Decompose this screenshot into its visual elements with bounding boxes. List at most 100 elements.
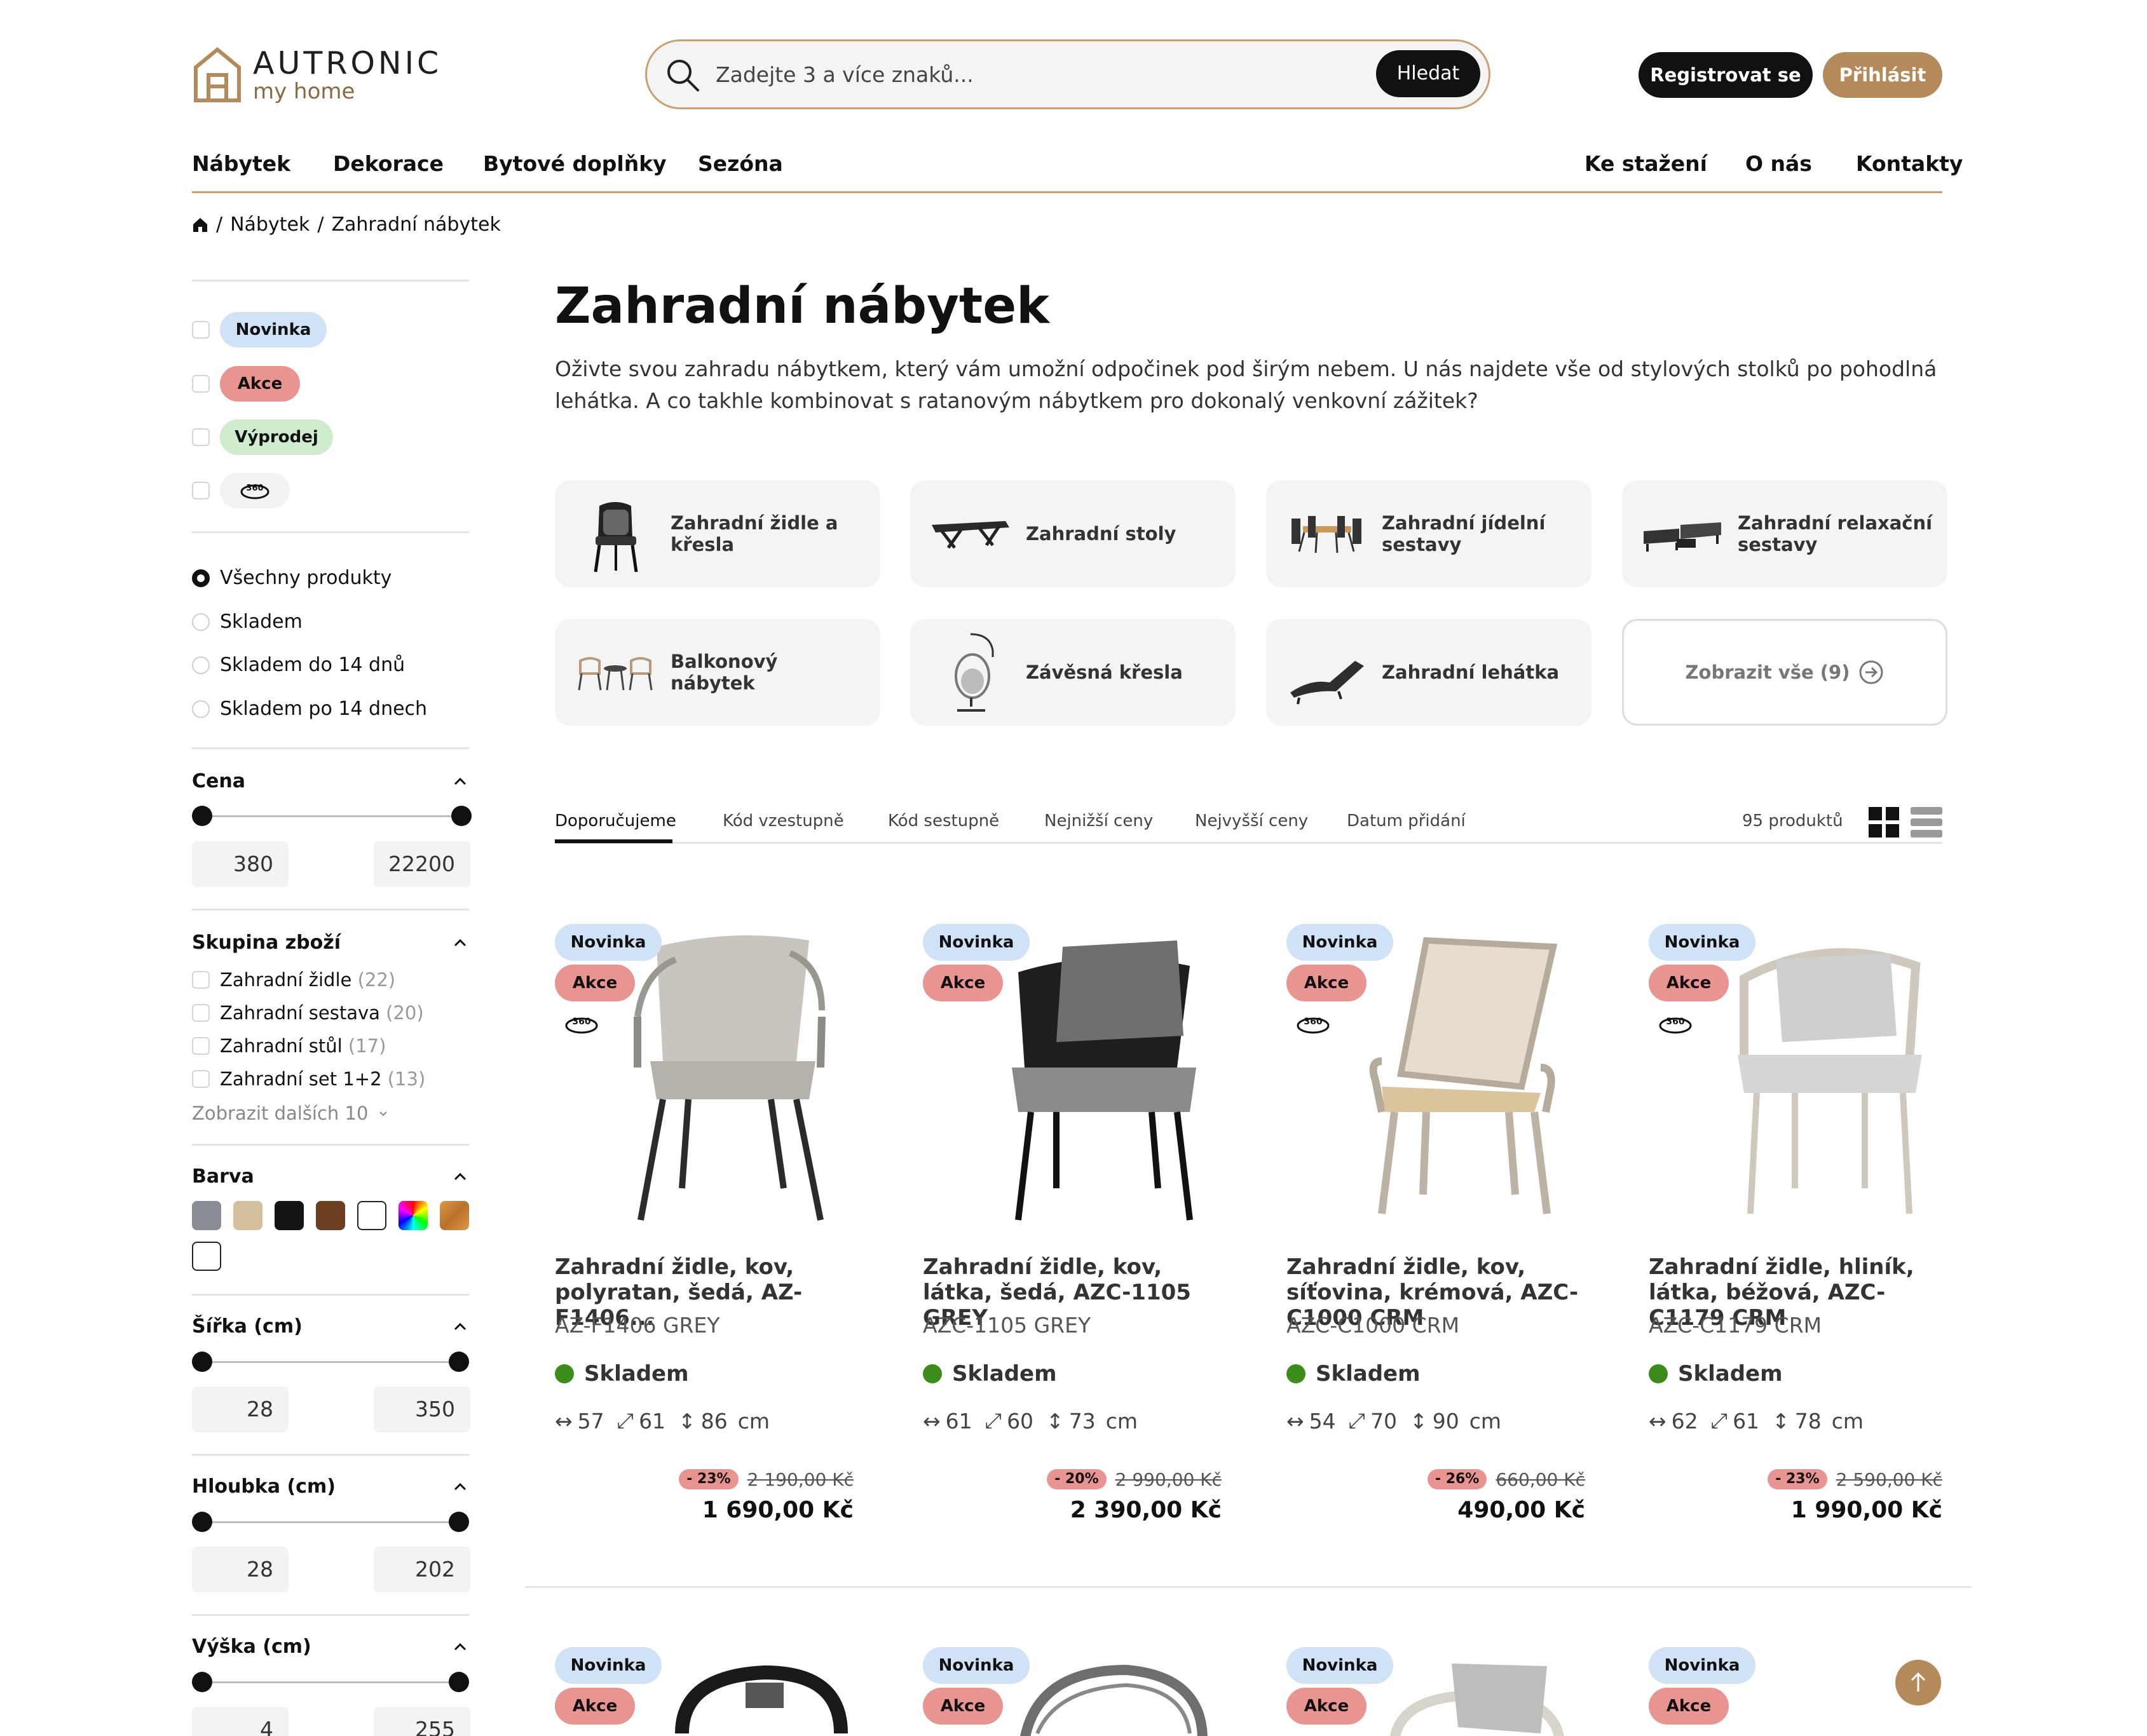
show-more-groups-link[interactable]: Zobrazit dalších 10 [192,1101,388,1126]
price-min-input[interactable]: 380 [192,841,289,887]
price-slider-min-handle[interactable] [192,806,212,826]
group-checkbox[interactable] [192,1070,210,1088]
color-swatch-black[interactable] [275,1201,304,1230]
nav-item-nabytek[interactable]: Nábytek [192,150,290,178]
radio-in-stock[interactable] [192,613,210,631]
product-card[interactable]: Novinka Akce 360 Zahradní židle, kov, sí… [1286,921,1604,1570]
color-swatch-white[interactable] [357,1201,386,1230]
login-button[interactable]: Přihlásit [1823,52,1942,98]
radio-stock-14-days[interactable] [192,656,210,674]
filter-checkbox-novinka[interactable] [192,321,210,339]
color-swatch-white-2[interactable] [192,1242,221,1271]
product-card[interactable]: Novinka Akce Zahradní židle, kov, látka,… [923,921,1241,1570]
category-tile-relax-sets[interactable]: Zahradní relaxační sestavy [1622,480,1947,587]
width-max-input[interactable]: 350 [374,1387,470,1432]
breadcrumb-nabytek[interactable]: Nábytek [230,212,310,238]
filter-depth-header[interactable]: Hloubka (cm) [192,1473,469,1501]
color-swatch-brown[interactable] [316,1201,345,1230]
dim-unit: cm [737,1408,770,1434]
sort-tab-code-desc[interactable]: Kód sestupně [888,810,999,832]
color-swatch-beige[interactable] [233,1201,262,1230]
group-item[interactable]: Zahradní set 1+2 (13) [192,1066,425,1092]
filter-price-header[interactable]: Cena [192,768,469,796]
product-card[interactable]: Novinka Akce [923,1646,1241,1736]
product-card[interactable]: Novinka Akce 360 Zahradní židle, kov, po… [555,921,873,1570]
depth-slider-min-handle[interactable] [192,1512,212,1532]
radio-label-stock-after-14-days[interactable]: Skladem po 14 dnech [220,696,427,722]
sort-tab-code-asc[interactable]: Kód vzestupně [723,810,844,832]
color-swatch-wood[interactable] [440,1201,469,1230]
height-slider-min-handle[interactable] [192,1672,212,1692]
grid-view-icon[interactable] [1869,807,1899,837]
width-slider-min-handle[interactable] [192,1352,212,1372]
scroll-to-top-button[interactable] [1895,1660,1941,1705]
filter-checkbox-vyprodej[interactable] [192,428,210,446]
price-max-input[interactable]: 22200 [374,841,470,887]
product-card[interactable]: Novinka Akce 360 Zahradní židle, hliník,… [1649,921,1966,1570]
search-input[interactable] [716,55,1288,93]
group-checkbox[interactable] [192,1004,210,1022]
product-card[interactable]: Novinka Akce [1286,1646,1604,1736]
width-slider-max-handle[interactable] [449,1352,469,1372]
group-item[interactable]: Zahradní židle (22) [192,967,395,993]
home-icon[interactable] [192,217,208,233]
sort-tab-recommended[interactable]: Doporučujeme [555,810,676,832]
category-tile-chairs[interactable]: Zahradní židle a křesla [555,480,880,587]
filter-height-header[interactable]: Výška (cm) [192,1633,469,1661]
sort-tab-date-added[interactable]: Datum přidání [1347,810,1466,832]
width-min-input[interactable]: 28 [192,1387,289,1432]
height-slider-max-handle[interactable] [449,1672,469,1692]
360-view-badge[interactable]: 360 [556,1005,607,1042]
width-arrow-icon: ↔ [923,1408,941,1434]
nav-item-o-nas[interactable]: O nás [1745,150,1812,178]
category-tile-balcony[interactable]: Balkonový nábytek [555,619,880,726]
360-view-badge[interactable]: 360 [1650,1005,1701,1042]
sort-tab-highest-price[interactable]: Nejvyšší ceny [1195,810,1308,832]
height-max-input[interactable]: 255 [374,1707,470,1736]
filter-label-vyprodej[interactable]: Výprodej [220,419,333,455]
group-checkbox[interactable] [192,971,210,989]
nav-item-bytove-doplnky[interactable]: Bytové doplňky [483,150,667,178]
price-slider-max-handle[interactable] [451,806,472,826]
category-label: Zahradní stoly [1026,523,1176,545]
filter-color-header[interactable]: Barva [192,1163,469,1191]
depth-slider-max-handle[interactable] [449,1512,469,1532]
nav-item-sezona[interactable]: Sezóna [698,150,783,178]
filter-label-akce[interactable]: Akce [220,366,300,402]
sort-tab-lowest-price[interactable]: Nejnižší ceny [1044,810,1153,832]
brand-logo[interactable]: AUTRONIC my home [192,46,453,109]
filter-checkbox-360[interactable] [192,482,210,499]
depth-min-input[interactable]: 28 [192,1547,289,1592]
radio-label-stock-14-days[interactable]: Skladem do 14 dnů [220,653,405,678]
search-button[interactable]: Hledat [1376,50,1480,97]
radio-label-all-products[interactable]: Všechny produkty [220,566,392,591]
nav-item-kontakty[interactable]: Kontakty [1856,150,1963,178]
register-button[interactable]: Registrovat se [1639,52,1813,98]
category-tile-dining-sets[interactable]: Zahradní jídelní sestavy [1266,480,1592,587]
show-all-categories-button[interactable]: Zobrazit vše (9) [1622,619,1947,726]
nav-item-ke-stazeni[interactable]: Ke stažení [1585,150,1707,178]
filter-width-header[interactable]: Šířka (cm) [192,1313,469,1341]
filter-checkbox-akce[interactable] [192,375,210,393]
group-item[interactable]: Zahradní stůl (17) [192,1033,386,1059]
radio-all-products[interactable] [192,569,210,587]
filter-label-novinka[interactable]: Novinka [220,312,327,348]
category-tile-hanging-chairs[interactable]: Závěsná křesla [910,619,1236,726]
list-view-icon[interactable] [1911,807,1942,837]
filter-label-360[interactable]: 360 [220,473,290,508]
group-item[interactable]: Zahradní sestava (20) [192,1000,424,1026]
group-checkbox[interactable] [192,1037,210,1055]
filter-group-header[interactable]: Skupina zboží [192,929,469,957]
category-tile-tables[interactable]: Zahradní stoly [910,480,1236,587]
nav-item-dekorace[interactable]: Dekorace [333,150,444,178]
height-min-input[interactable]: 4 [192,1707,289,1736]
category-tile-loungers[interactable]: Zahradní lehátka [1266,619,1592,726]
product-code: AZ-F1406 GREY [555,1313,720,1338]
radio-stock-after-14-days[interactable] [192,700,210,718]
color-swatch-grey[interactable] [192,1201,221,1230]
360-view-badge[interactable]: 360 [1288,1005,1339,1042]
color-swatch-multicolor[interactable] [399,1201,428,1230]
product-card[interactable]: Novinka Akce [555,1646,873,1736]
radio-label-in-stock[interactable]: Skladem [220,609,303,635]
depth-max-input[interactable]: 202 [374,1547,470,1592]
